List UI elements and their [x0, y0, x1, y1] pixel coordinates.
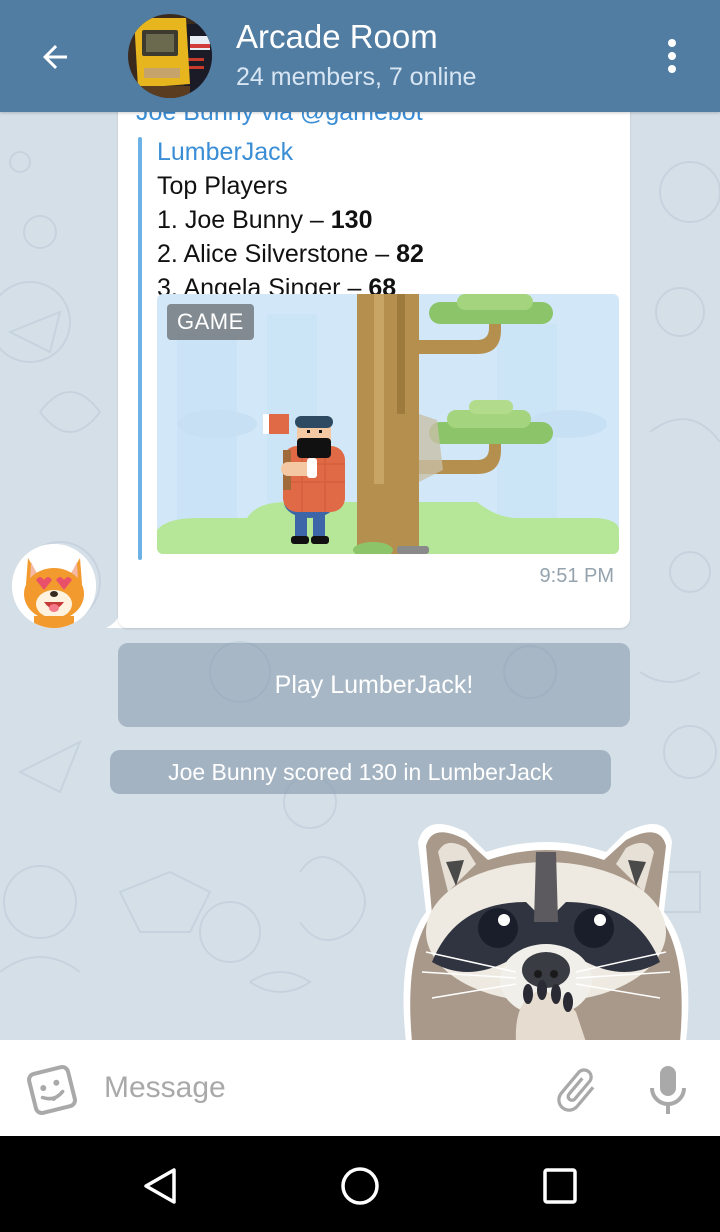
nav-home-icon — [341, 1167, 379, 1205]
group-avatar[interactable] — [128, 14, 212, 98]
separator: – — [309, 206, 324, 234]
more-dot — [668, 65, 676, 73]
player-rank: 1. — [157, 206, 178, 234]
message-input[interactable] — [104, 1064, 524, 1112]
more-dot — [668, 52, 676, 60]
game-badge: GAME — [167, 304, 254, 340]
nav-back-icon — [144, 1168, 176, 1204]
paperclip-icon — [557, 1068, 595, 1112]
message-sender[interactable]: Joe Bunny via @gamebot — [136, 112, 423, 127]
play-game-button[interactable]: Play LumberJack! — [118, 643, 630, 727]
player-rank: 2. — [157, 240, 178, 268]
nav-recents-icon — [543, 1168, 577, 1204]
raccoon-sticker[interactable] — [396, 802, 696, 1040]
player-name: Alice Silverstone — [183, 240, 369, 268]
system-navigation-bar — [0, 1136, 720, 1232]
more-vertical-icon — [668, 39, 676, 47]
microphone-icon — [650, 1066, 686, 1114]
description-title: Top Players — [157, 172, 288, 200]
separator: – — [375, 240, 390, 268]
player-score: 130 — [330, 206, 373, 234]
player-name: Joe Bunny — [184, 206, 303, 234]
game-message-bubble[interactable]: Joe Bunny via @gamebot LumberJack Top Pl… — [118, 112, 630, 628]
player-score: 82 — [396, 240, 424, 268]
sticker-smile-icon — [27, 1065, 77, 1115]
message-composer — [0, 1040, 720, 1136]
voice-record-button[interactable] — [644, 1062, 692, 1118]
nav-back-button[interactable] — [138, 1164, 182, 1208]
game-title: LumberJack — [157, 138, 294, 166]
sticker-button[interactable] — [26, 1064, 78, 1116]
game-preview-image[interactable]: GAME — [157, 294, 619, 554]
back-button[interactable] — [30, 32, 80, 82]
chat-area[interactable]: Joe Bunny via @gamebot LumberJack Top Pl… — [0, 112, 720, 1040]
game-quote-bar — [138, 137, 142, 560]
message-time: 9:51 PM — [539, 565, 614, 587]
nav-home-button[interactable] — [338, 1164, 382, 1208]
leaderboard-row: 2. Alice Silverstone – 82 — [157, 240, 424, 269]
score-service-message: Joe Bunny scored 130 in LumberJack — [110, 750, 611, 794]
chat-title[interactable]: Arcade Room — [236, 18, 438, 56]
attach-button[interactable] — [550, 1064, 602, 1116]
leaderboard-row: 1. Joe Bunny – 130 — [157, 206, 372, 235]
arrow-left-icon — [43, 45, 67, 69]
nav-recents-button[interactable] — [538, 1164, 582, 1208]
chat-subtitle: 24 members, 7 online — [236, 63, 477, 91]
more-options-button[interactable] — [652, 34, 692, 78]
chat-header: Arcade Room 24 members, 7 online — [0, 0, 720, 112]
sender-avatar[interactable] — [12, 544, 96, 628]
